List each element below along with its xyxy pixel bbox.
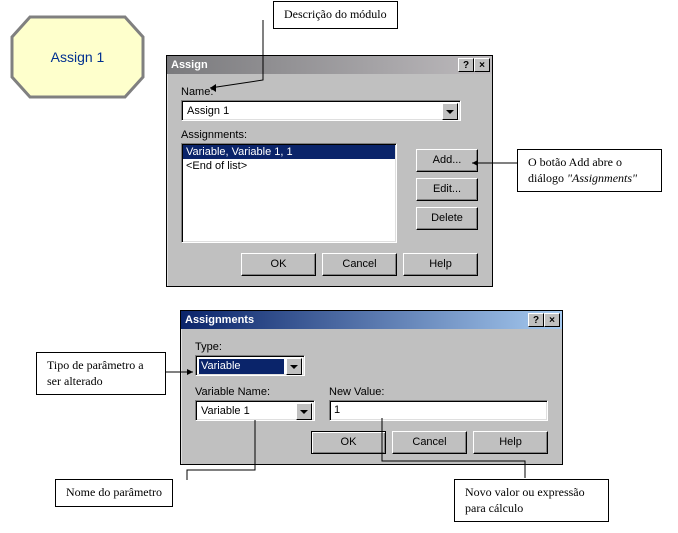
annotation-new-value: Novo valor ou expressão para cálculo bbox=[454, 479, 609, 522]
list-item[interactable]: Variable, Variable 1, 1 bbox=[183, 145, 395, 159]
assignments-dialog: Assignments ? × Type: Variable Variable … bbox=[180, 310, 563, 465]
delete-button[interactable]: Delete bbox=[416, 207, 478, 230]
newvalue-label: New Value: bbox=[329, 386, 548, 398]
varname-label: Variable Name: bbox=[195, 386, 315, 398]
close-icon[interactable]: × bbox=[544, 313, 560, 327]
chevron-down-icon[interactable] bbox=[442, 103, 458, 120]
assign-dialog-title: Assign bbox=[171, 59, 208, 71]
help-button[interactable]: Help bbox=[403, 253, 478, 276]
type-combo[interactable]: Variable bbox=[195, 355, 305, 376]
cancel-button[interactable]: Cancel bbox=[322, 253, 397, 276]
assignments-label: Assignments: bbox=[181, 129, 478, 141]
annotation-add-button: O botão Add abre o diálogo "Assignments" bbox=[517, 149, 662, 192]
help-button[interactable]: Help bbox=[473, 431, 548, 454]
annotation-param-name: Nome do parâmetro bbox=[55, 479, 173, 507]
type-value: Variable bbox=[199, 359, 284, 374]
annotation-module-description: Descrição do módulo bbox=[273, 1, 398, 29]
assign-titlebar: Assign ? × bbox=[167, 56, 492, 74]
type-label: Type: bbox=[195, 341, 548, 353]
varname-combo[interactable]: Variable 1 bbox=[195, 400, 315, 421]
ok-button[interactable]: OK bbox=[241, 253, 316, 276]
edit-button[interactable]: Edit... bbox=[416, 178, 478, 201]
list-item-end[interactable]: <End of list> bbox=[183, 159, 395, 173]
annotation-param-type: Tipo de parâmetro a ser alterado bbox=[36, 352, 166, 395]
chevron-down-icon[interactable] bbox=[286, 358, 302, 375]
name-combo[interactable]: Assign 1 bbox=[181, 100, 461, 121]
help-icon[interactable]: ? bbox=[528, 313, 544, 327]
assignments-listbox[interactable]: Variable, Variable 1, 1 <End of list> bbox=[181, 143, 397, 243]
add-button[interactable]: Add... bbox=[416, 149, 478, 172]
newvalue-input[interactable]: 1 bbox=[329, 400, 548, 421]
cancel-button[interactable]: Cancel bbox=[392, 431, 467, 454]
close-icon[interactable]: × bbox=[474, 58, 490, 72]
ok-button[interactable]: OK bbox=[311, 431, 386, 454]
octagon-shape bbox=[10, 15, 145, 99]
varname-value: Variable 1 bbox=[199, 404, 294, 419]
name-value: Assign 1 bbox=[185, 104, 440, 119]
name-label: Name: bbox=[181, 86, 478, 98]
assignments-titlebar: Assignments ? × bbox=[181, 311, 562, 329]
assign-dialog: Assign ? × Name: Assign 1 Assignments: V… bbox=[166, 55, 493, 287]
assignments-dialog-title: Assignments bbox=[185, 314, 254, 326]
chevron-down-icon[interactable] bbox=[296, 403, 312, 420]
help-icon[interactable]: ? bbox=[458, 58, 474, 72]
assign-module-block[interactable]: Assign 1 bbox=[10, 15, 145, 99]
